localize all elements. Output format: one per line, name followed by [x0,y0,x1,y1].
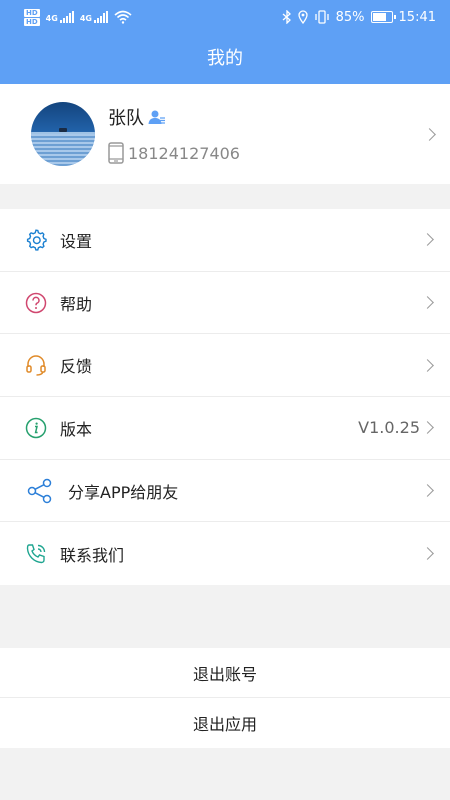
bluetooth-icon [282,10,291,24]
chevron-right-icon [421,358,434,372]
menu-label-help: 帮助 [60,294,93,314]
menu-item-settings[interactable]: 设置 [0,209,450,272]
gear-icon-wrap [25,229,47,251]
chevron-right-icon [421,547,434,561]
menu-item-version[interactable]: 版本 V1.0.25 [0,397,450,460]
share-icon [27,478,52,503]
menu-label-version: 版本 [60,419,93,439]
hd-badges: HD HD [24,8,40,26]
chevron-right-icon [423,127,436,141]
phone-call-icon [26,544,46,563]
signal-1: 4G [46,11,74,23]
profile-phone-row: 18124127406 [108,142,240,164]
chevron-right-icon [421,421,434,435]
headset-icon-wrap [25,354,47,376]
signal-2: 4G [80,11,108,23]
battery-icon [370,11,396,23]
avatar-sea [31,134,95,166]
account-actions: 退出账号 退出应用 [0,648,450,748]
menu-item-share[interactable]: 分享APP给朋友 [0,460,450,523]
net-type-2: 4G [79,14,92,23]
share-icon-wrap [27,478,53,504]
chevron-right-icon [421,233,434,247]
status-left: HD HD 4G 4G [24,8,132,26]
hd-badge-1: HD [24,8,40,17]
menu-label-share: 分享APP给朋友 [68,482,179,502]
settings-menu: 设置 帮助 反馈 版本 V1.0.25 分享APP给朋友 联系我们 [0,209,450,586]
top-bar: HD HD 4G 4G 85% 15:41 我的 [0,0,450,84]
menu-item-contact[interactable]: 联系我们 [0,522,450,585]
status-bar: HD HD 4G 4G 85% 15:41 [0,0,450,34]
menu-label-contact: 联系我们 [60,545,125,565]
gear-icon [26,229,47,251]
menu-item-help[interactable]: 帮助 [0,272,450,335]
battery-percent: 85% [335,9,365,25]
hd-badge-2: HD [24,17,40,26]
menu-item-feedback[interactable]: 反馈 [0,334,450,398]
clock: 15:41 [398,9,436,25]
profile-phone: 18124127406 [128,143,240,163]
net-type-1: 4G [45,14,58,23]
headset-icon [26,355,46,376]
logout-button[interactable]: 退出账号 [0,648,450,698]
signal-icon [93,11,108,23]
phone-icon [108,142,124,164]
menu-label-feedback: 反馈 [60,357,93,377]
vibrate-icon [314,10,329,24]
wifi-icon [114,10,132,24]
info-icon [25,417,47,439]
status-right: 85% 15:41 [282,10,436,25]
chevron-right-icon [421,484,434,497]
version-value: V1.0.25 [358,418,420,438]
avatar-horizon [31,132,95,134]
info-icon-wrap [25,417,47,439]
phone-call-icon-wrap [25,543,47,565]
page-title: 我的 [207,48,243,69]
profile-card[interactable]: 张队 18124127406 [0,84,450,184]
exit-app-button[interactable]: 退出应用 [0,698,450,748]
chevron-right-icon [421,296,434,309]
battery-fill [372,13,387,21]
question-icon [25,292,47,313]
signal-icon [59,11,74,23]
avatar-boat [59,128,67,132]
profile-name-row: 张队 [108,104,166,130]
avatar[interactable] [31,102,95,166]
profile-name: 张队 [108,108,144,129]
user-badge-icon [148,110,165,124]
menu-label-settings: 设置 [60,231,93,251]
question-icon-wrap [25,292,47,314]
app-screen: HD HD 4G 4G 85% 15:41 我的 张队 18124127406 … [0,0,450,800]
location-icon [297,10,308,24]
